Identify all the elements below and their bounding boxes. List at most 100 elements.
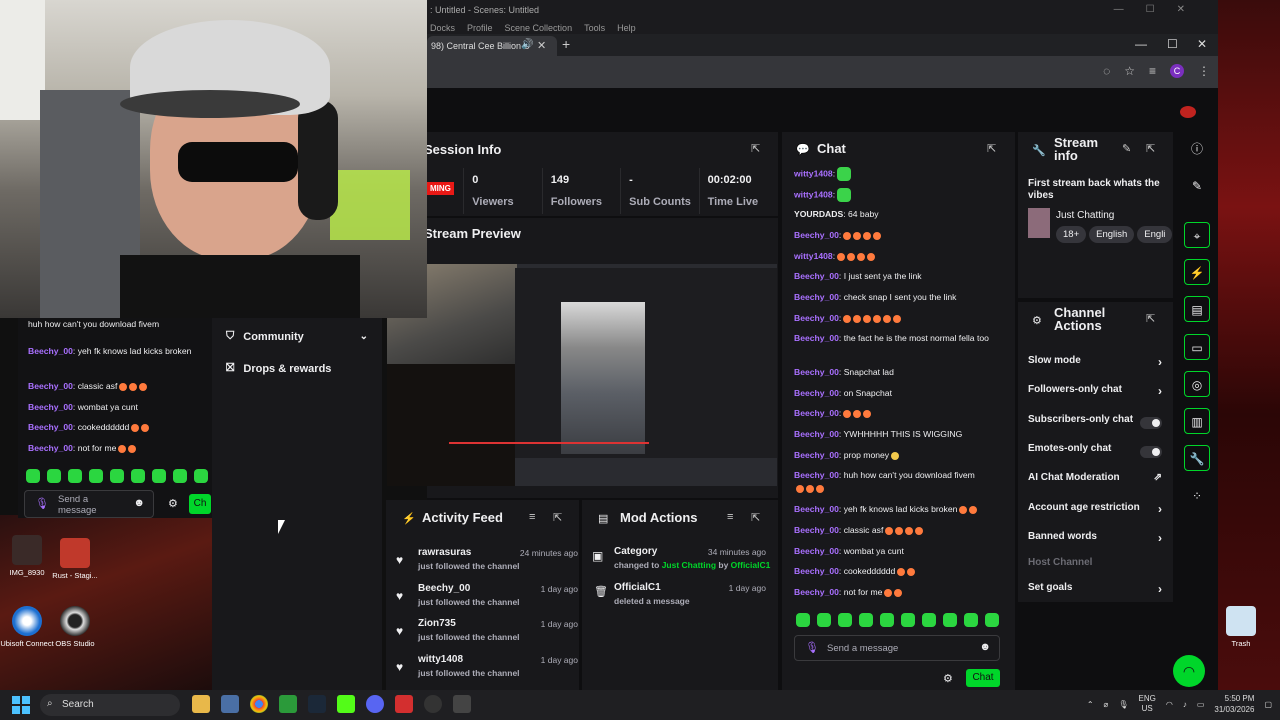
chat-username[interactable]: Beechy_00	[794, 367, 839, 377]
steam-icon[interactable]	[308, 695, 326, 713]
desktop-icon-rust[interactable]: Rust - Stagi...	[48, 538, 102, 580]
obs-minimize-icon[interactable]: —	[1114, 4, 1124, 15]
mod-action-by[interactable]: OfficialC1	[731, 560, 771, 570]
layout-icon[interactable]: ▥	[1184, 408, 1210, 434]
feed-user[interactable]: rawrasuras	[418, 547, 471, 558]
popout-icon[interactable]: ⇱	[751, 511, 760, 524]
chat-username[interactable]: Beechy_00	[794, 429, 839, 439]
volume-icon[interactable]: ♪	[1183, 700, 1187, 709]
obs-menu-tools[interactable]: Tools	[584, 23, 605, 33]
chat-username[interactable]: Beechy_00	[794, 271, 839, 281]
browser-maximize-icon[interactable]: ☐	[1167, 37, 1178, 51]
terminal-icon[interactable]	[453, 695, 471, 713]
action-banned-words[interactable]: Banned words ›	[1028, 531, 1162, 551]
file-explorer-icon[interactable]	[192, 695, 210, 713]
star-icon[interactable]: ☆	[1124, 64, 1135, 78]
browser-close-icon[interactable]: ✕	[1197, 37, 1207, 51]
chat-username[interactable]: YOURDADS	[794, 209, 843, 219]
emote-icon[interactable]	[880, 613, 894, 627]
chat-username[interactable]: Beechy_00	[794, 470, 839, 480]
chat-username[interactable]: Beechy_00	[794, 504, 839, 514]
chat-send-button[interactable]: Chat	[966, 669, 1000, 687]
clock[interactable]: 5:50 PM 31/03/2026	[1214, 693, 1254, 715]
obs-close-icon[interactable]: ✕	[1177, 4, 1185, 15]
chat-username[interactable]: Beechy_00	[794, 587, 839, 597]
edit-icon[interactable]: ✎	[1122, 142, 1131, 155]
action-followers-only[interactable]: Followers-only chat ›	[1028, 384, 1162, 404]
filter-icon[interactable]: ≡	[529, 511, 535, 523]
eye-off-icon[interactable]: ◌	[1103, 64, 1110, 78]
popout-icon[interactable]: ⇱	[1146, 142, 1155, 155]
menu-drops[interactable]: ⛝ Drops & rewards	[226, 362, 331, 375]
desktop-icon-img[interactable]: IMG_8930	[0, 535, 54, 577]
broadcast-icon[interactable]: ◎	[1184, 371, 1210, 397]
chat-username[interactable]: Beechy_00	[794, 230, 839, 240]
desktop-icon-obs[interactable]: OBS Studio	[48, 606, 102, 648]
emote-icon[interactable]	[131, 469, 145, 483]
chat-username[interactable]: Beechy_00	[28, 422, 73, 432]
browser-tab[interactable]: 98) Central Cee Billion S 🔊 ✕	[427, 36, 557, 56]
chat-username[interactable]: Beechy_00	[794, 333, 839, 343]
feed-user[interactable]: witty1408	[418, 654, 463, 665]
emote-icon[interactable]	[26, 469, 40, 483]
extensions-icon[interactable]: ≡	[1149, 64, 1156, 78]
chat-username[interactable]: Beechy_00	[794, 408, 839, 418]
popout-icon[interactable]: ⇱	[553, 511, 562, 524]
action-slow-mode[interactable]: Slow mode ›	[1028, 355, 1162, 375]
tab-close-icon[interactable]: ✕	[537, 39, 546, 52]
overlay-chat-button[interactable]: Ch	[189, 494, 211, 514]
popout-icon[interactable]: ⇱	[987, 142, 996, 155]
target-icon[interactable]: ⌖	[1184, 222, 1210, 248]
battery-icon[interactable]: ▭	[1197, 700, 1205, 709]
obs-taskbar-icon[interactable]	[424, 695, 442, 713]
browser-minimize-icon[interactable]: —	[1135, 37, 1147, 51]
chrome-icon[interactable]	[250, 695, 268, 713]
stream-preview-video[interactable]	[387, 264, 777, 486]
chat-username[interactable]: Beechy_00	[794, 546, 839, 556]
filter-icon[interactable]: ≡	[727, 511, 733, 523]
emote-icon[interactable]	[817, 613, 831, 627]
chat-username[interactable]: Beechy_00	[28, 346, 73, 356]
chat-input[interactable]: 🎙 Send a message ☻	[794, 635, 1000, 661]
emote-icon[interactable]	[47, 469, 61, 483]
gear-icon[interactable]: ⚙	[168, 497, 178, 510]
popout-icon[interactable]: ⇱	[1146, 312, 1155, 325]
taskbar-search[interactable]: ⌕ Search	[40, 694, 180, 716]
chat-username[interactable]: Beechy_00	[794, 566, 839, 576]
emote-icon[interactable]	[901, 613, 915, 627]
pencil-icon[interactable]: ✎	[1184, 173, 1210, 199]
info-icon[interactable]: ⓘ	[1184, 136, 1210, 162]
emote-icon[interactable]	[89, 469, 103, 483]
obs-menu-profile[interactable]: Profile	[467, 23, 493, 33]
emotes-only-toggle[interactable]	[1140, 446, 1162, 458]
emote-icon[interactable]	[922, 613, 936, 627]
category-name[interactable]: Just Chatting	[1056, 210, 1114, 221]
wrench-icon[interactable]: 🔧	[1184, 445, 1210, 471]
chat-username[interactable]: Beechy_00	[28, 402, 73, 412]
overlay-chat-input[interactable]: 🎙 Send a message ☻	[24, 490, 154, 518]
discord-icon[interactable]	[366, 695, 384, 713]
windows-start-icon[interactable]	[12, 696, 30, 714]
menu-community[interactable]: ⛉ Community ⌄	[226, 330, 368, 343]
store-icon[interactable]	[221, 695, 239, 713]
new-tab-icon[interactable]: +	[562, 36, 570, 52]
emote-icon[interactable]	[194, 469, 208, 483]
obs-menu-scene-collection[interactable]: Scene Collection	[505, 23, 573, 33]
emote-icon[interactable]	[173, 469, 187, 483]
action-ai-moderation[interactable]: AI Chat Moderation ⇗	[1028, 472, 1162, 492]
menu-kebab-icon[interactable]: ⋮	[1198, 64, 1210, 78]
chat-username[interactable]: Beechy_00	[794, 525, 839, 535]
chat-username[interactable]: Beechy_00	[794, 450, 839, 460]
emoji-picker-icon[interactable]: ☻	[979, 641, 991, 653]
emote-icon[interactable]	[110, 469, 124, 483]
language-indicator[interactable]: ENG US	[1139, 694, 1156, 714]
chat-username[interactable]: Beechy_00	[794, 388, 839, 398]
emoji-picker-icon[interactable]: ☻	[133, 497, 145, 509]
user-avatar-icon[interactable]	[1180, 106, 1196, 118]
tag[interactable]: English	[1089, 226, 1135, 243]
emote-icon[interactable]	[964, 613, 978, 627]
chat-username[interactable]: witty1408	[794, 251, 833, 261]
chat-username[interactable]: witty1408	[794, 189, 833, 199]
gear-icon[interactable]: ⚙	[943, 672, 953, 685]
wifi-icon[interactable]: ◠	[1166, 700, 1173, 709]
